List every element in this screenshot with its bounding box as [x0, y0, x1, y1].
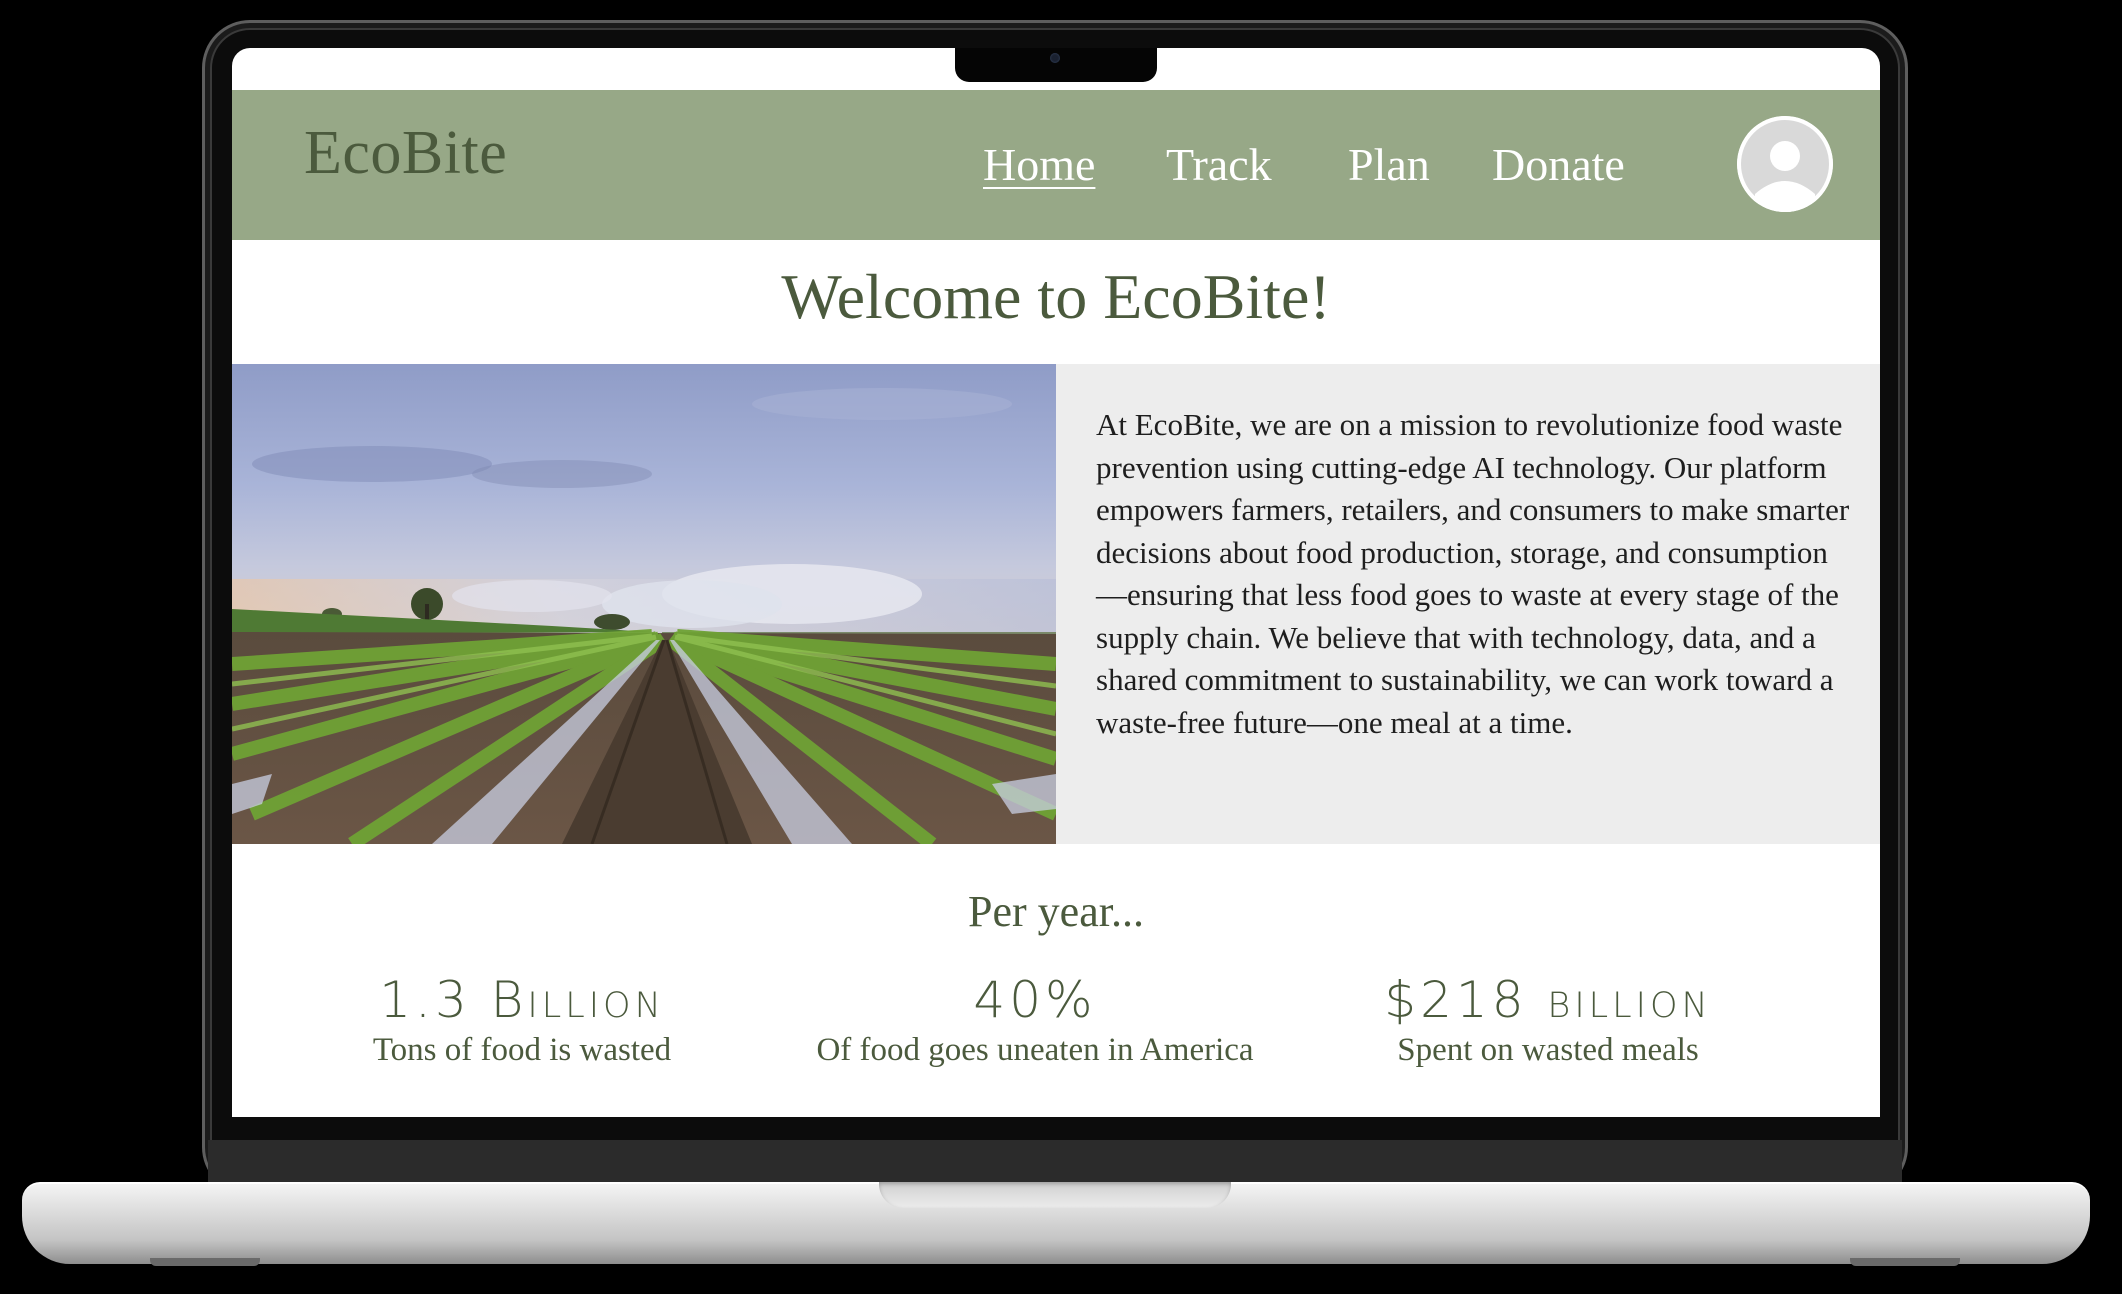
- camera-icon: [1050, 53, 1060, 63]
- nav-link-plan[interactable]: Plan: [1348, 138, 1430, 191]
- site-logo[interactable]: EcoBite: [304, 118, 507, 189]
- stat-value: 40%: [973, 971, 1097, 1029]
- camera-notch: [955, 48, 1157, 82]
- laptop-foot-right: [1850, 1258, 1960, 1266]
- stat-label: Spent on wasted meals: [1397, 1032, 1699, 1068]
- intro-panel: At EcoBite, we are on a mission to revol…: [1056, 364, 1880, 844]
- user-avatar-icon[interactable]: [1737, 116, 1833, 212]
- stat-card: $218 billion Spent on wasted meals: [1288, 970, 1808, 1070]
- nav-link-track[interactable]: Track: [1166, 138, 1272, 191]
- nav-link-home[interactable]: Home: [983, 138, 1095, 191]
- laptop-hinge-notch: [879, 1182, 1231, 1208]
- stat-value: 1.3 Billion: [379, 971, 665, 1029]
- stat-card: 1.3 Billion Tons of food is wasted: [262, 970, 782, 1070]
- site-header: EcoBite Home Track Plan Donate: [232, 90, 1880, 240]
- nav-link-donate[interactable]: Donate: [1492, 138, 1625, 191]
- hero-farm-image: [232, 364, 1056, 844]
- stat-label: Of food goes uneaten in America: [816, 1032, 1254, 1068]
- stat-value: $218 billion: [1384, 971, 1712, 1029]
- website-screen: EcoBite Home Track Plan Donate Welcome t…: [232, 48, 1880, 1117]
- stat-label: Tons of food is wasted: [372, 1032, 672, 1068]
- stat-card: 40% Of food goes uneaten in America: [775, 970, 1295, 1070]
- laptop-foot-left: [150, 1258, 260, 1266]
- page-title: Welcome to EcoBite!: [781, 261, 1331, 332]
- intro-text: At EcoBite, we are on a mission to revol…: [1096, 407, 1850, 740]
- stats-heading: Per year...: [968, 887, 1144, 936]
